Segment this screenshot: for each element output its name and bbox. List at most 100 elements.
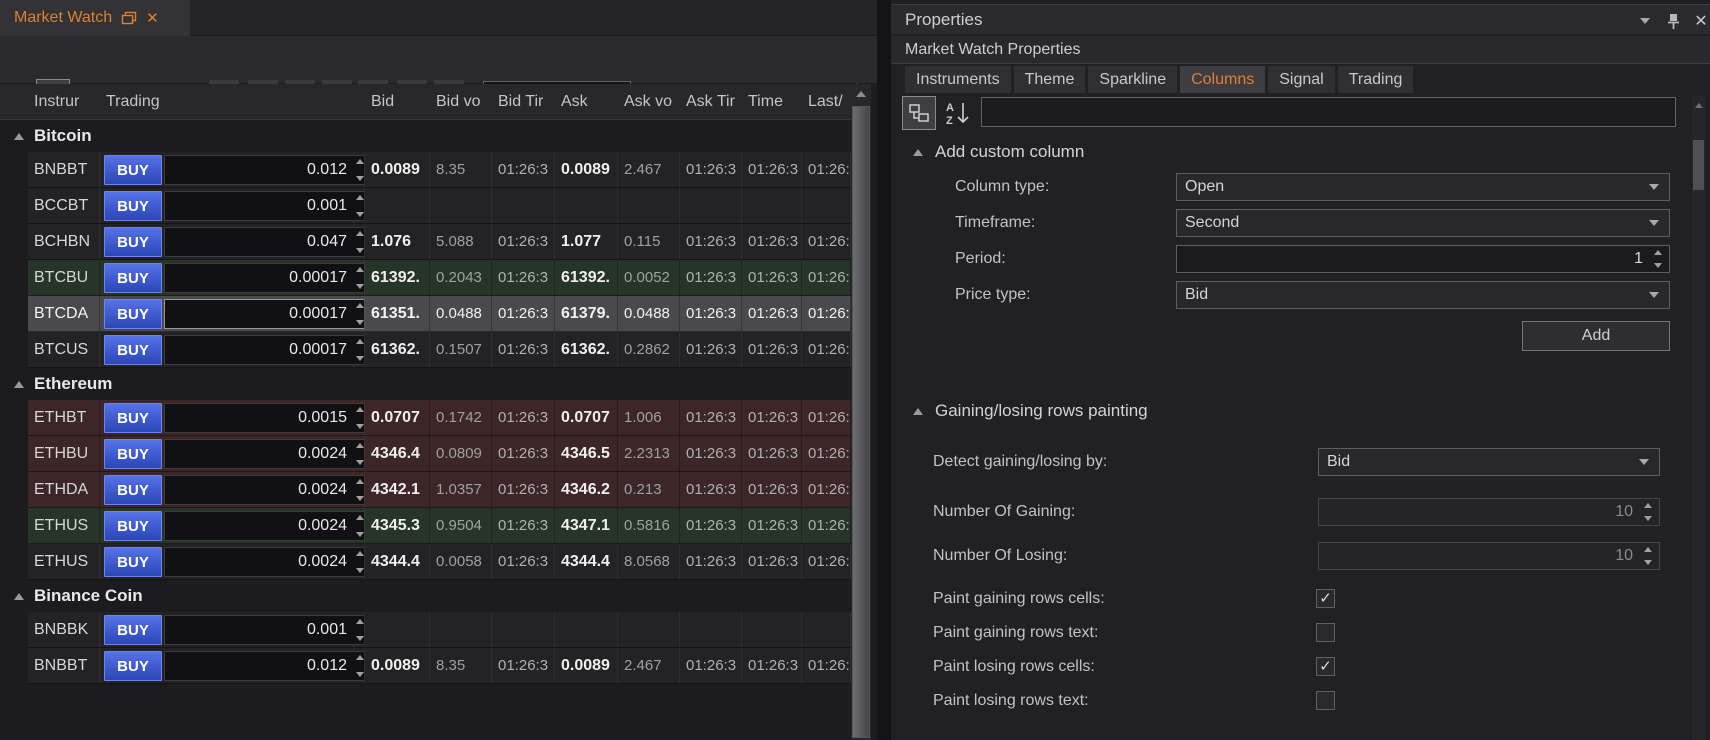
column-header-bid-volume[interactable]: Bid vo (430, 84, 492, 120)
spin-down-icon[interactable] (356, 424, 364, 429)
spin-down-icon[interactable] (356, 636, 364, 641)
instrument-row[interactable]: ETHDABUYSELL4342.11.035701:26:34346.20.2… (28, 472, 851, 508)
quantity-input[interactable] (164, 263, 365, 293)
spin-up-icon[interactable] (356, 231, 364, 236)
buy-button[interactable]: BUY (104, 335, 162, 365)
panel-splitter[interactable] (877, 0, 891, 740)
buy-button[interactable]: BUY (104, 615, 162, 645)
collapse-arrow-icon[interactable] (913, 408, 923, 415)
column-header-bid[interactable]: Bid (365, 84, 430, 120)
spinner-arrows[interactable] (354, 339, 365, 361)
spin-up-icon[interactable] (1644, 547, 1652, 552)
spin-down-icon[interactable] (1654, 263, 1662, 268)
column-header-last[interactable]: Last/ (802, 84, 851, 120)
spin-up-icon[interactable] (356, 479, 364, 484)
spinner-arrows[interactable] (1652, 250, 1664, 268)
paint-gaining-rows-cells-checkbox[interactable]: ✓ (1316, 589, 1335, 608)
scrollbar-thumb[interactable] (852, 106, 870, 738)
column-header-time[interactable]: Time (742, 84, 802, 120)
buy-button[interactable]: BUY (104, 263, 162, 293)
spin-down-icon[interactable] (356, 460, 364, 465)
buy-button[interactable]: BUY (104, 191, 162, 221)
spinner-arrows[interactable] (354, 231, 365, 253)
instrument-row[interactable]: ETHBTBUYSELL0.07070.174201:26:30.07071.0… (28, 400, 851, 436)
paint-losing-rows-cells-checkbox[interactable]: ✓ (1316, 657, 1335, 676)
period-input[interactable] (1176, 245, 1670, 273)
spin-down-icon[interactable] (356, 284, 364, 289)
spinner-arrows[interactable] (354, 551, 365, 573)
quantity-stepper[interactable] (164, 475, 365, 505)
quantity-stepper[interactable] (164, 263, 365, 293)
quantity-stepper[interactable] (164, 511, 365, 541)
column-header-ask-volume[interactable]: Ask vo (618, 84, 680, 120)
buy-button[interactable]: BUY (104, 475, 162, 505)
column-header-bid-time[interactable]: Bid Tir (492, 84, 555, 120)
quantity-input[interactable] (164, 335, 365, 365)
properties-vertical-scrollbar[interactable] (1692, 96, 1705, 740)
spin-down-icon[interactable] (356, 672, 364, 677)
quantity-input[interactable] (164, 299, 365, 329)
spin-up-icon[interactable] (1654, 250, 1662, 255)
buy-button[interactable]: BUY (104, 439, 162, 469)
tab-market-watch[interactable]: Market Watch ✕ (0, 0, 190, 36)
spin-down-icon[interactable] (356, 496, 364, 501)
spinner-arrows[interactable] (354, 267, 365, 289)
group-header[interactable]: Binance Coin (0, 580, 851, 612)
spin-up-icon[interactable] (356, 619, 364, 624)
close-tab-icon[interactable]: ✕ (146, 9, 159, 27)
quantity-input[interactable] (164, 403, 365, 433)
spinner-arrows[interactable] (354, 479, 365, 501)
quantity-stepper[interactable] (164, 439, 365, 469)
column-header-trading[interactable]: Trading (100, 84, 365, 120)
number-of-gaining-stepper[interactable] (1318, 498, 1660, 526)
spin-up-icon[interactable] (356, 339, 364, 344)
quantity-stepper[interactable] (164, 299, 365, 329)
spin-up-icon[interactable] (356, 159, 364, 164)
quantity-stepper[interactable] (164, 227, 365, 257)
collapse-arrow-icon[interactable] (14, 381, 24, 388)
instrument-row[interactable]: BNBBTBUYSELL0.00898.3501:26:30.00892.467… (28, 648, 851, 684)
collapse-arrow-icon[interactable] (913, 149, 923, 156)
spin-down-icon[interactable] (1644, 516, 1652, 521)
quantity-input[interactable] (164, 511, 365, 541)
spinner-arrows[interactable] (354, 159, 365, 181)
spin-down-icon[interactable] (356, 212, 364, 217)
spinner-arrows[interactable] (354, 443, 365, 465)
section-header[interactable]: Add custom column (913, 142, 1084, 162)
spin-down-icon[interactable] (356, 320, 364, 325)
spin-down-icon[interactable] (1644, 560, 1652, 565)
spin-up-icon[interactable] (356, 303, 364, 308)
spin-up-icon[interactable] (356, 655, 364, 660)
quantity-stepper[interactable] (164, 155, 365, 185)
quantity-input[interactable] (164, 615, 365, 645)
buy-button[interactable]: BUY (104, 511, 162, 541)
quantity-stepper[interactable] (164, 403, 365, 433)
spin-down-icon[interactable] (356, 356, 364, 361)
instrument-row[interactable]: ETHUSBUYSELL4344.40.005801:26:34344.48.0… (28, 544, 851, 580)
quantity-stepper[interactable] (164, 335, 365, 365)
float-window-icon[interactable] (121, 11, 137, 25)
spin-up-icon[interactable] (356, 551, 364, 556)
paint-gaining-rows-text-checkbox[interactable] (1316, 623, 1335, 642)
column-header-ask-time[interactable]: Ask Tir (680, 84, 742, 120)
buy-button[interactable]: BUY (104, 299, 162, 329)
spin-up-icon[interactable] (356, 443, 364, 448)
instrument-row[interactable]: BCHBNBUYSELL1.0765.08801:26:31.0770.1150… (28, 224, 851, 260)
spinner-arrows[interactable] (1642, 503, 1654, 521)
instrument-row[interactable]: ETHBUBUYSELL4346.40.080901:26:34346.52.2… (28, 436, 851, 472)
quantity-stepper[interactable] (164, 191, 365, 221)
quantity-input[interactable] (164, 439, 365, 469)
quantity-stepper[interactable] (164, 547, 365, 577)
paint-losing-rows-text-checkbox[interactable] (1316, 691, 1335, 710)
timeframe-dropdown[interactable]: Second (1176, 209, 1670, 237)
period-stepper[interactable] (1176, 245, 1670, 273)
buy-button[interactable]: BUY (104, 547, 162, 577)
quantity-input[interactable] (164, 155, 365, 185)
instrument-row[interactable]: BTCBUBUYSELL61392.0.204301:26:361392.0.0… (28, 260, 851, 296)
column-header-ask[interactable]: Ask (555, 84, 618, 120)
group-header[interactable]: Ethereum (0, 368, 851, 400)
quantity-stepper[interactable] (164, 651, 365, 681)
scrollbar-thumb[interactable] (1693, 140, 1704, 190)
add-button[interactable]: Add (1522, 321, 1670, 351)
column-type-dropdown[interactable]: Open (1176, 173, 1670, 201)
